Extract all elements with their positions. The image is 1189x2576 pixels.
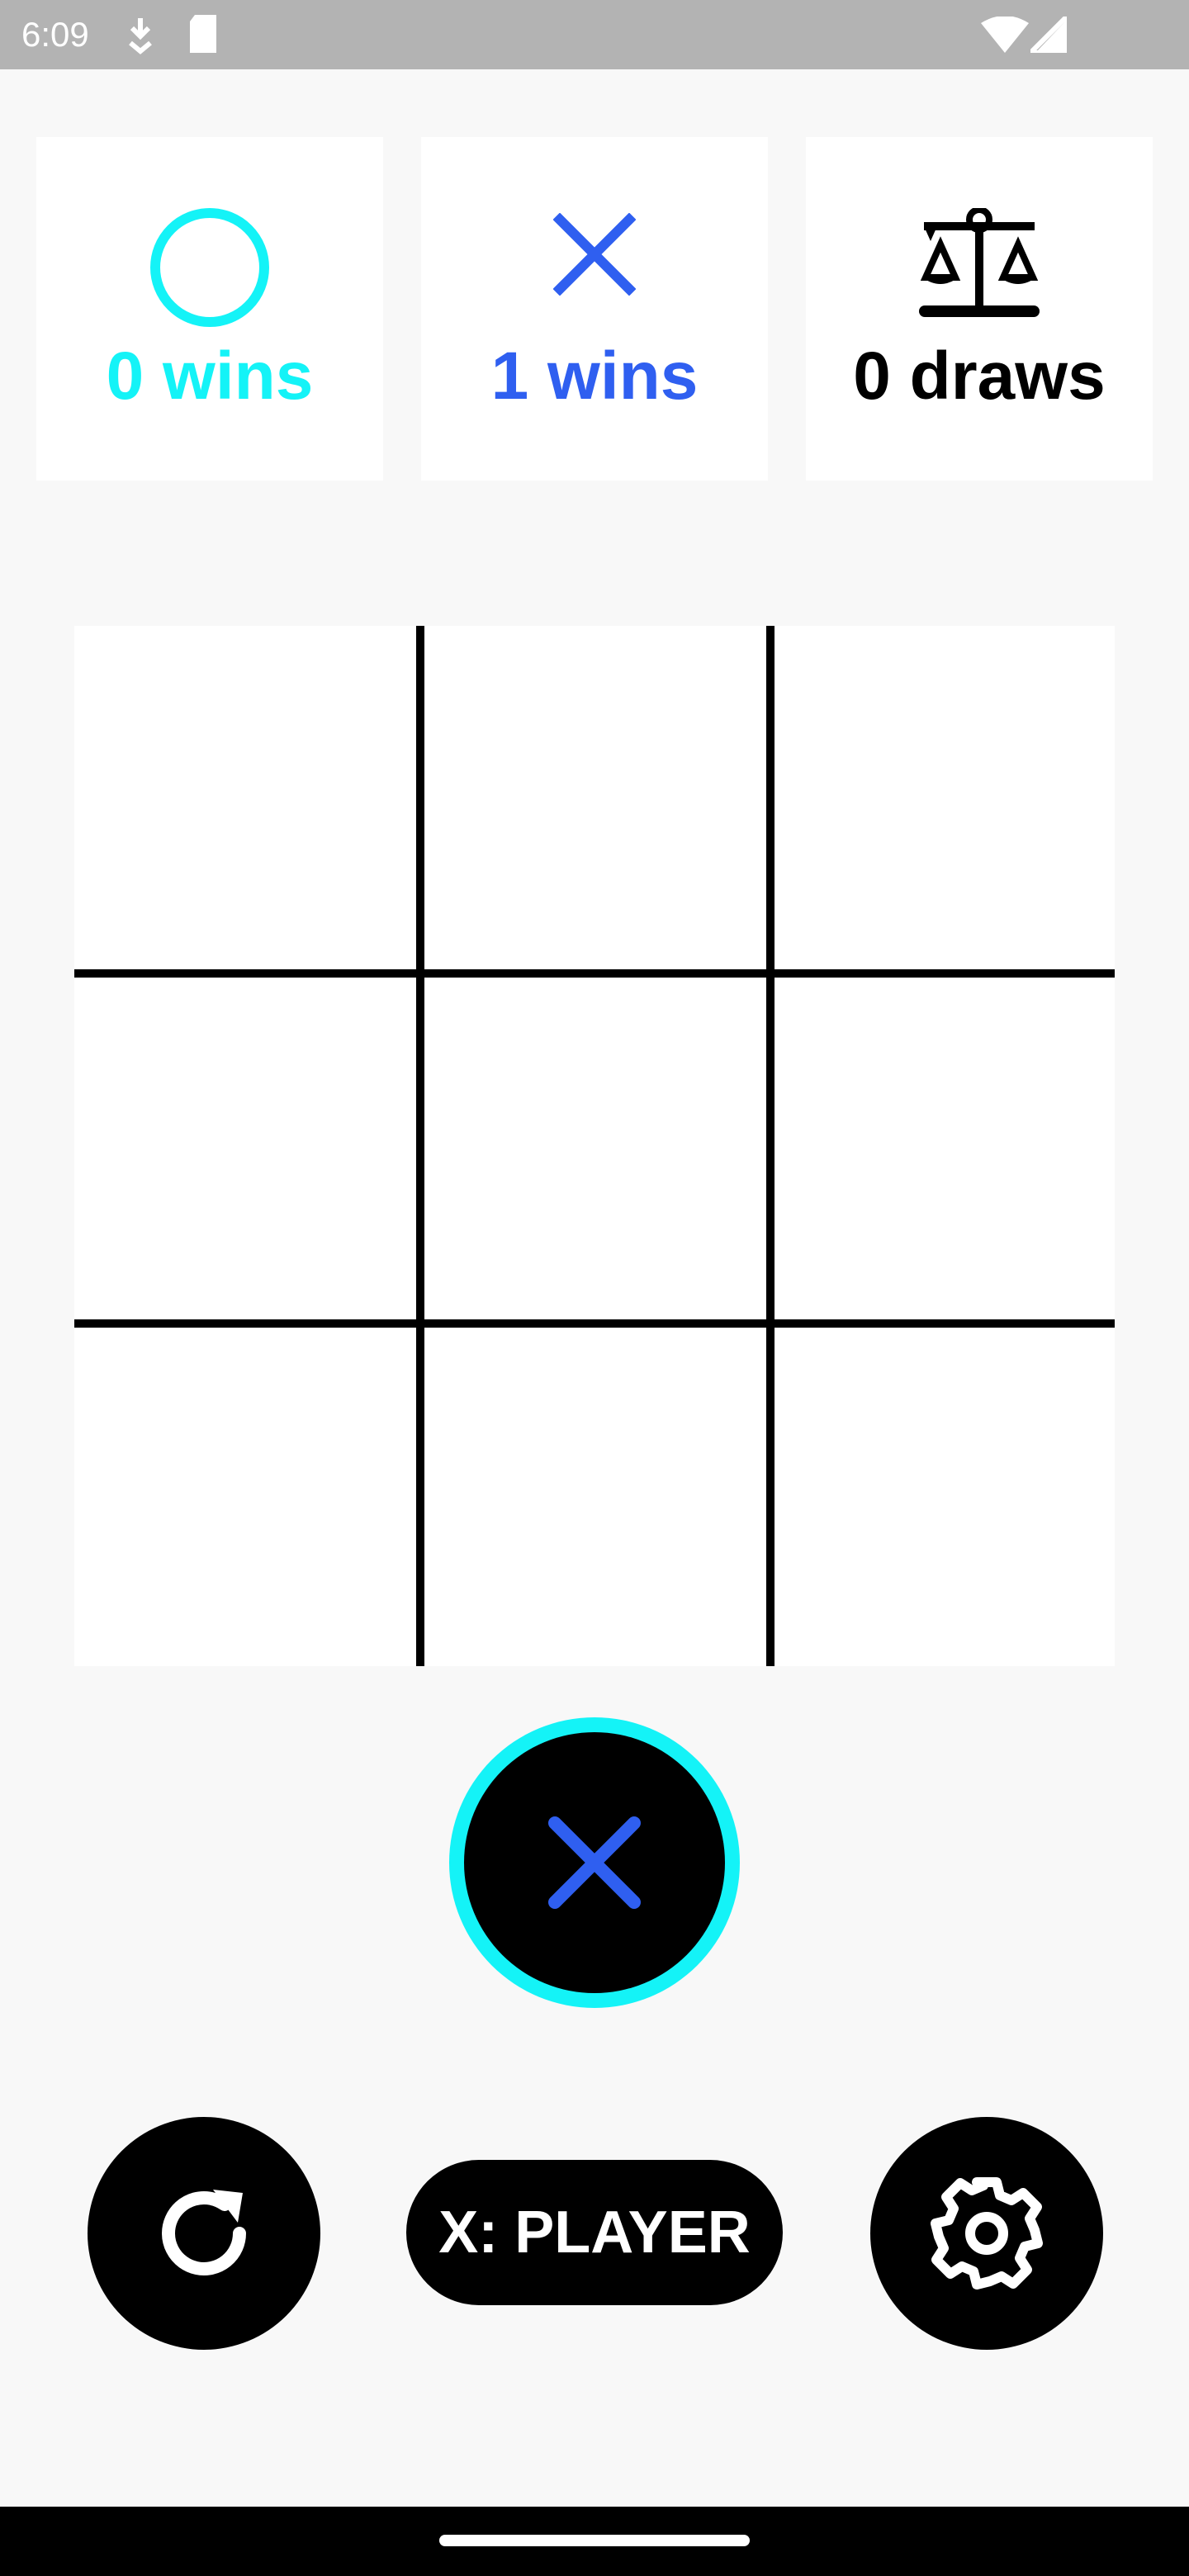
status-time: 6:09 bbox=[21, 15, 89, 54]
board-cell-0[interactable] bbox=[74, 626, 421, 973]
circle-icon bbox=[149, 206, 271, 333]
board-cell-3[interactable] bbox=[74, 973, 421, 1319]
game-board bbox=[74, 626, 1115, 1666]
current-turn-badge bbox=[464, 1732, 725, 1993]
cross-icon bbox=[552, 212, 637, 300]
wifi-icon bbox=[981, 16, 1029, 57]
player-mode-button[interactable]: X: PLAYER bbox=[406, 2160, 783, 2305]
settings-button[interactable] bbox=[870, 2117, 1103, 2350]
signal-icon bbox=[1024, 10, 1069, 57]
score-card-x: 1 wins bbox=[421, 137, 768, 481]
restart-button[interactable] bbox=[88, 2117, 320, 2350]
restart-icon bbox=[162, 2190, 246, 2275]
score-card-o: 0 wins bbox=[36, 137, 383, 481]
balance-scale-icon bbox=[917, 206, 1041, 326]
gear-icon bbox=[931, 2177, 1043, 2290]
download-icon bbox=[124, 15, 157, 59]
board-cell-2[interactable] bbox=[768, 626, 1115, 973]
grid-line-horizontal-1 bbox=[74, 969, 1115, 978]
score-card-draws: 0 draws bbox=[806, 137, 1153, 481]
cross-icon bbox=[548, 1816, 641, 1909]
board-cell-4[interactable] bbox=[421, 973, 768, 1319]
sd-card-icon bbox=[187, 15, 220, 57]
grid-line-vertical-1 bbox=[416, 626, 424, 1666]
grid-line-vertical-2 bbox=[766, 626, 775, 1666]
navigation-bar bbox=[0, 2507, 1189, 2576]
board-cell-8[interactable] bbox=[768, 1319, 1115, 1666]
draws-label: 0 draws bbox=[853, 339, 1106, 414]
home-gesture-handle[interactable] bbox=[439, 2535, 750, 2546]
current-turn-indicator bbox=[449, 1717, 740, 2008]
status-bar: 6:09 bbox=[0, 0, 1189, 69]
x-wins-label: 1 wins bbox=[490, 339, 699, 414]
board-cell-1[interactable] bbox=[421, 626, 768, 973]
grid-line-horizontal-2 bbox=[74, 1319, 1115, 1328]
board-cell-7[interactable] bbox=[421, 1319, 768, 1666]
board-cell-6[interactable] bbox=[74, 1319, 421, 1666]
board-cell-5[interactable] bbox=[768, 973, 1115, 1319]
o-wins-label: 0 wins bbox=[106, 339, 314, 414]
